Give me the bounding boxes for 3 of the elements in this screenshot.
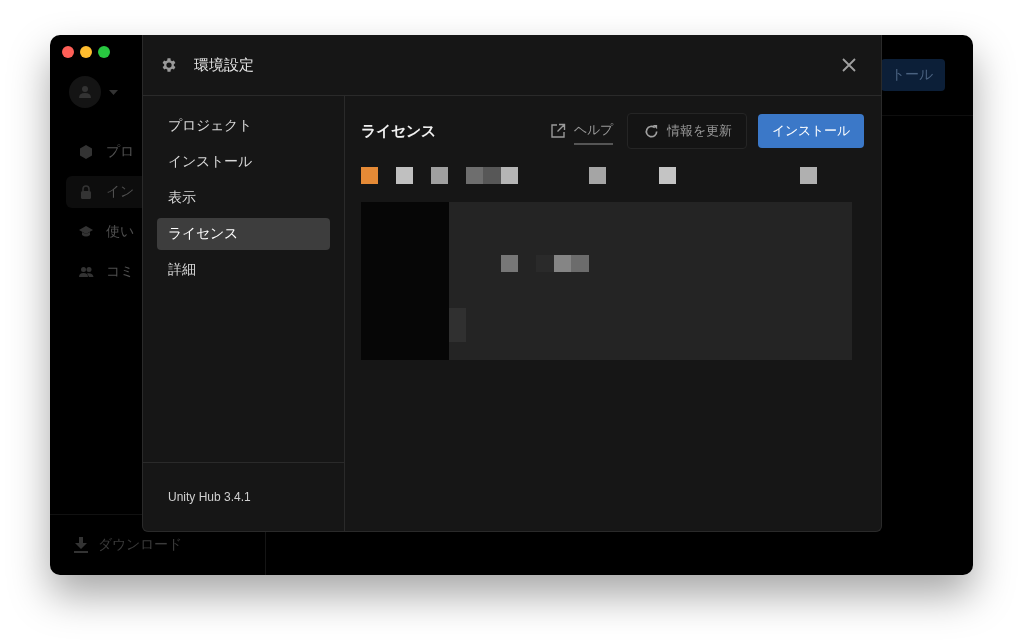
section-title: ライセンス — [361, 121, 437, 141]
dialog-title: 環境設定 — [194, 55, 255, 75]
version-label: Unity Hub 3.4.1 — [168, 490, 251, 504]
